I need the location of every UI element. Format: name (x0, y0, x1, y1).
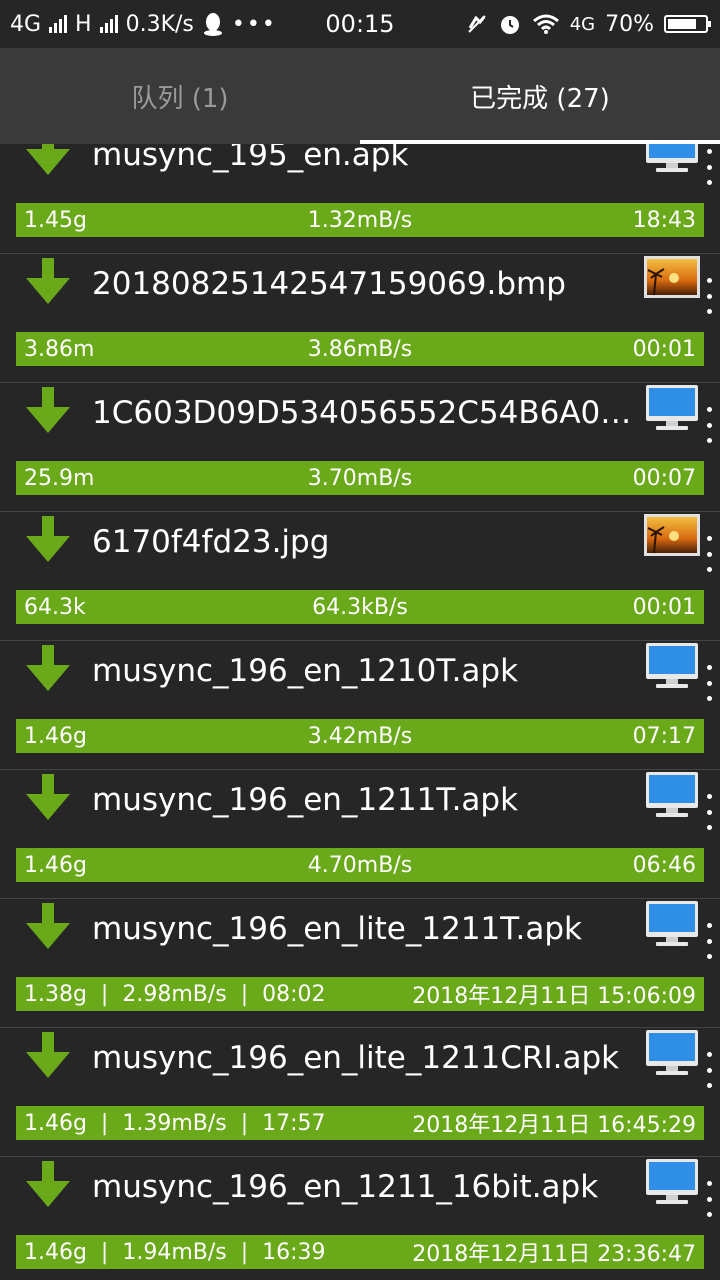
file-name: musync_196_en_1210T.apk (92, 653, 519, 689)
overflow-menu-icon[interactable] (704, 923, 714, 959)
download-item[interactable]: 20180825142547159069.bmp 3.86m 3.86mB/s 00:… (0, 254, 720, 383)
time-label: 06:46 (632, 852, 696, 878)
time-label: 2018年12月11日 16:45:29 (412, 1113, 696, 1138)
speed-label: 3.42mB/s (307, 723, 413, 749)
file-size-label: 1.45g (24, 207, 87, 233)
download-arrow-icon (26, 516, 70, 562)
overflow-menu-icon[interactable] (704, 794, 714, 830)
progress-bar: 1.46g | 1.94mB/s | 16:39 2018年12月11日 23:3… (16, 1235, 704, 1269)
computer-icon (646, 385, 698, 430)
download-arrow-icon (26, 144, 70, 175)
overflow-menu-icon[interactable] (704, 278, 714, 314)
download-item[interactable]: 1C603D09D534056552C54B6A0… 25.9m 3.70mB/s 0… (0, 383, 720, 512)
download-item[interactable]: 6170f4fd23.jpg 64.3k 64.3kB/s 00:01 (0, 512, 720, 641)
speed-label: 3.86mB/s (307, 336, 413, 362)
overflow-menu-icon[interactable] (704, 536, 714, 572)
computer-icon (646, 901, 698, 946)
download-item[interactable]: musync_196_en_1210T.apk 1.46g 3.42mB/s 07:1… (0, 641, 720, 770)
network-type-label-3: 4G (569, 13, 596, 35)
progress-bar: 1.45g 1.32mB/s 18:43 (16, 203, 704, 237)
download-item[interactable]: musync_195_en.apk 1.45g 1.32mB/s 18:43 (0, 144, 720, 254)
speed-label: 1.32mB/s (307, 207, 413, 233)
status-right: 4G 70% (466, 0, 711, 48)
file-size-label: 3.86m (24, 336, 95, 362)
download-item[interactable]: musync_196_en_1211_16bit.apk 1.46g | 1.94… (0, 1157, 720, 1280)
speed-label: 64.3kB/s (312, 594, 408, 620)
download-arrow-icon (26, 645, 70, 691)
download-arrow-icon (26, 1161, 70, 1207)
progress-bar: 1.46g 3.42mB/s 07:17 (16, 719, 704, 753)
computer-icon (646, 643, 698, 688)
battery-percent: 70% (605, 11, 654, 37)
overflow-menu-icon[interactable] (704, 149, 714, 185)
download-list[interactable]: musync_195_en.apk 1.45g 1.32mB/s 18:43 20180… (0, 144, 720, 1280)
wifi-icon (532, 14, 559, 34)
file-size-label: 64.3k (24, 594, 86, 620)
time-label: 2018年12月11日 15:06:09 (412, 984, 696, 1009)
overflow-menu-icon[interactable] (704, 665, 714, 701)
progress-bar: 25.9m 3.70mB/s 00:07 (16, 461, 704, 495)
file-name: 6170f4fd23.jpg (92, 524, 330, 560)
download-arrow-icon (26, 903, 70, 949)
file-size-label: 1.46g | 1.39mB/s | 17:57 (24, 1110, 326, 1136)
time-label: 18:43 (632, 207, 696, 233)
file-size-label: 1.38g | 2.98mB/s | 08:02 (24, 981, 326, 1007)
time-label: 00:07 (632, 465, 696, 491)
download-item[interactable]: musync_196_en_1211T.apk 1.46g 4.70mB/s 06:4… (0, 770, 720, 899)
file-size-label: 1.46g (24, 723, 87, 749)
file-name: musync_196_en_lite_1211CRI.apk (92, 1040, 620, 1076)
time-label: 07:17 (632, 723, 696, 749)
battery-icon (664, 15, 711, 33)
alarm-icon (500, 16, 519, 34)
file-size-label: 1.46g (24, 852, 87, 878)
tab-bar: 队列 (1) 已完成 (27) (0, 48, 720, 144)
progress-bar: 3.86m 3.86mB/s 00:01 (16, 332, 704, 366)
computer-icon (646, 1030, 698, 1075)
clock-time: 00:15 (325, 10, 395, 38)
file-name: musync_196_en_1211T.apk (92, 782, 519, 818)
file-name: 1C603D09D534056552C54B6A0… (92, 395, 632, 431)
image-thumbnail-icon (644, 256, 700, 298)
overflow-menu-icon[interactable] (704, 1181, 714, 1217)
computer-icon (646, 144, 698, 172)
progress-bar: 64.3k 64.3kB/s 00:01 (16, 590, 704, 624)
tab-completed[interactable]: 已完成 (27) (360, 48, 720, 144)
tab-queue[interactable]: 队列 (1) (0, 48, 360, 144)
image-thumbnail-icon (644, 514, 700, 556)
status-bar: 4G H 0.3K/s ••• 00:15 4G 70% (0, 0, 720, 48)
speed-label: 3.70mB/s (307, 465, 413, 491)
file-name: musync_196_en_lite_1211T.apk (92, 911, 583, 947)
progress-bar: 1.46g | 1.39mB/s | 17:57 2018年12月11日 16:4… (16, 1106, 704, 1140)
overflow-menu-icon[interactable] (704, 407, 714, 443)
time-label: 00:01 (632, 336, 696, 362)
download-arrow-icon (26, 258, 70, 304)
download-item[interactable]: musync_196_en_lite_1211T.apk 1.38g | 2.98… (0, 899, 720, 1028)
download-arrow-icon (26, 1032, 70, 1078)
time-label: 2018年12月11日 23:36:47 (412, 1242, 696, 1267)
tab-queue-label: 队列 (1) (131, 83, 229, 114)
file-name: musync_195_en.apk (92, 144, 409, 173)
tab-completed-label: 已完成 (27) (470, 83, 610, 114)
file-name: musync_196_en_1211_16bit.apk (92, 1169, 599, 1205)
download-item[interactable]: musync_196_en_lite_1211CRI.apk 1.46g | 1.… (0, 1028, 720, 1157)
file-name: 20180825142547159069.bmp (92, 266, 566, 302)
progress-bar: 1.38g | 2.98mB/s | 08:02 2018年12月11日 15:0… (16, 977, 704, 1011)
progress-bar: 1.46g 4.70mB/s 06:46 (16, 848, 704, 882)
mute-icon (467, 15, 486, 33)
overflow-menu-icon[interactable] (704, 1052, 714, 1088)
computer-icon (646, 1159, 698, 1204)
file-size-label: 1.46g | 1.94mB/s | 16:39 (24, 1239, 326, 1265)
time-label: 00:01 (632, 594, 696, 620)
file-size-label: 25.9m (24, 465, 95, 491)
download-arrow-icon (26, 387, 70, 433)
computer-icon (646, 772, 698, 817)
speed-label: 4.70mB/s (307, 852, 413, 878)
download-arrow-icon (26, 774, 70, 820)
